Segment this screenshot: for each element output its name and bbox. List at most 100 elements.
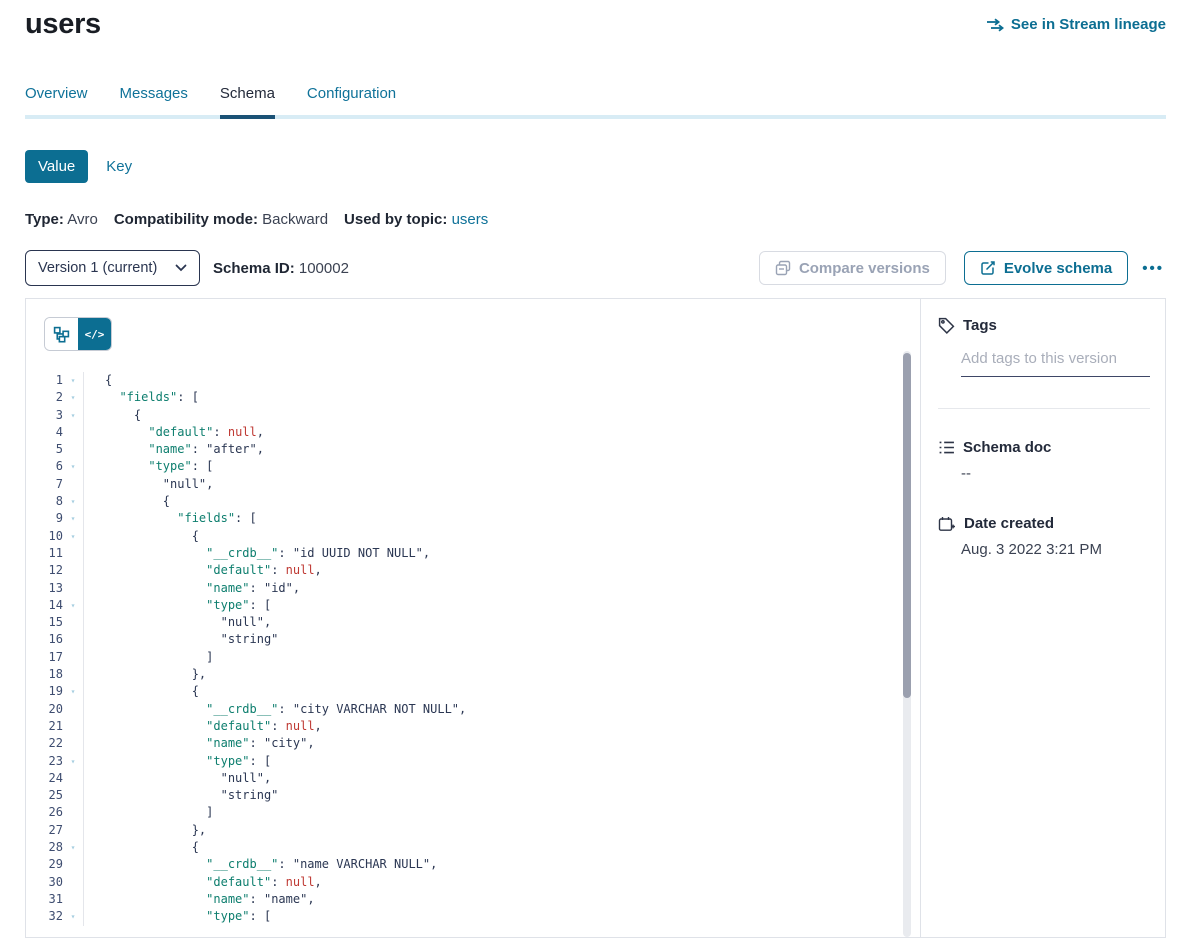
schema-meta: Type: Avro Compatibility mode: Backward …	[25, 211, 1166, 228]
compare-versions-button[interactable]: Compare versions	[759, 251, 946, 285]
code-text: ]	[83, 804, 920, 821]
tree-view-button[interactable]	[45, 318, 78, 350]
line-number: 12	[26, 562, 63, 579]
code-text: },	[83, 666, 920, 683]
version-row: Version 1 (current) Schema ID: 100002 Co…	[25, 250, 1166, 286]
tab-schema[interactable]: Schema	[220, 85, 275, 119]
line-number: 16	[26, 631, 63, 648]
tab-configuration[interactable]: Configuration	[307, 85, 396, 115]
line-number: 22	[26, 735, 63, 752]
line-number: 27	[26, 822, 63, 839]
schema-id-label: Schema ID:	[213, 260, 295, 277]
stream-lineage-label: See in Stream lineage	[1011, 16, 1166, 33]
code-line: 20 "__crdb__": "city VARCHAR NOT NULL",	[26, 701, 920, 718]
value-toggle-button[interactable]: Value	[25, 150, 88, 183]
code-scrollbar[interactable]	[903, 351, 911, 937]
collapse-toggle-icon[interactable]: ▾	[63, 510, 83, 527]
line-number: 10	[26, 528, 63, 545]
collapse-toggle-icon[interactable]: ▾	[63, 493, 83, 510]
code-text: "name": "after",	[83, 441, 920, 458]
collapse-toggle-icon[interactable]: ▾	[63, 597, 83, 614]
line-number: 7	[26, 476, 63, 493]
code-line: 29 "__crdb__": "name VARCHAR NULL",	[26, 856, 920, 873]
ellipsis-icon: •••	[1142, 260, 1164, 277]
more-options-button[interactable]: •••	[1140, 256, 1166, 281]
code-line: 2▾ "fields": [	[26, 389, 920, 406]
date-created-title: Date created	[964, 515, 1054, 532]
line-number: 23	[26, 753, 63, 770]
evolve-schema-button[interactable]: Evolve schema	[964, 251, 1128, 285]
version-select[interactable]: Version 1 (current)	[25, 250, 200, 286]
code-text: "default": null,	[83, 718, 920, 735]
stream-lineage-link[interactable]: See in Stream lineage	[986, 16, 1166, 33]
line-number: 8	[26, 493, 63, 510]
key-toggle-button[interactable]: Key	[106, 158, 132, 175]
code-line: 19▾ {	[26, 683, 920, 700]
line-number: 2	[26, 389, 63, 406]
collapse-spacer	[63, 701, 83, 718]
code-scrollbar-thumb[interactable]	[903, 353, 911, 698]
tab-overview[interactable]: Overview	[25, 85, 88, 115]
collapse-toggle-icon[interactable]: ▾	[63, 372, 83, 389]
line-number: 29	[26, 856, 63, 873]
tab-messages[interactable]: Messages	[120, 85, 188, 115]
line-number: 30	[26, 874, 63, 891]
code-text: "name": "id",	[83, 580, 920, 597]
collapse-toggle-icon[interactable]: ▾	[63, 839, 83, 856]
code-text: {	[83, 372, 920, 389]
line-number: 5	[26, 441, 63, 458]
code-text: "null",	[83, 476, 920, 493]
evolve-schema-label: Evolve schema	[1004, 260, 1112, 277]
tags-section: Tags	[938, 317, 1150, 377]
calendar-plus-icon	[938, 516, 956, 532]
collapse-toggle-icon[interactable]: ▾	[63, 458, 83, 475]
collapse-toggle-icon[interactable]: ▾	[63, 528, 83, 545]
schema-page: users See in Stream lineage Overview Mes…	[0, 0, 1189, 938]
tags-title: Tags	[963, 317, 997, 334]
code-line: 16 "string"	[26, 631, 920, 648]
collapse-spacer	[63, 631, 83, 648]
schema-doc-title: Schema doc	[963, 439, 1051, 456]
code-view-button[interactable]: </>	[78, 318, 111, 350]
collapse-spacer	[63, 666, 83, 683]
edit-square-icon	[980, 260, 996, 276]
line-number: 26	[26, 804, 63, 821]
code-text: "string"	[83, 787, 920, 804]
sidebar-divider	[938, 408, 1150, 409]
collapse-toggle-icon[interactable]: ▾	[63, 753, 83, 770]
topic-link[interactable]: users	[452, 211, 489, 228]
code-line: 30 "default": null,	[26, 874, 920, 891]
compatibility-label: Compatibility mode:	[114, 211, 258, 228]
line-number: 9	[26, 510, 63, 527]
schema-doc-section: Schema doc --	[938, 439, 1150, 482]
collapse-toggle-icon[interactable]: ▾	[63, 908, 83, 925]
code-text: "default": null,	[83, 562, 920, 579]
line-number: 1	[26, 372, 63, 389]
code-text: "fields": [	[83, 389, 920, 406]
collapse-toggle-icon[interactable]: ▾	[63, 407, 83, 424]
code-line: 28▾ {	[26, 839, 920, 856]
collapse-spacer	[63, 787, 83, 804]
collapse-toggle-icon[interactable]: ▾	[63, 683, 83, 700]
schema-panel: </> 1▾{2▾ "fields": [3▾ {4 "default": nu…	[25, 298, 1166, 938]
code-text: },	[83, 822, 920, 839]
collapse-toggle-icon[interactable]: ▾	[63, 389, 83, 406]
code-text: "__crdb__": "id UUID NOT NULL",	[83, 545, 920, 562]
code-text: "null",	[83, 770, 920, 787]
date-created-section: Date created Aug. 3 2022 3:21 PM	[938, 515, 1150, 558]
schema-doc-value: --	[961, 465, 1150, 482]
copy-versions-icon	[775, 260, 791, 276]
code-line: 32▾ "type": [	[26, 908, 920, 925]
double-arrow-right-icon	[986, 18, 1004, 32]
code-line: 22 "name": "city",	[26, 735, 920, 752]
topic-meta: Used by topic: users	[344, 211, 488, 228]
code-line: 31 "name": "name",	[26, 891, 920, 908]
code-line: 14▾ "type": [	[26, 597, 920, 614]
line-number: 14	[26, 597, 63, 614]
line-number: 19	[26, 683, 63, 700]
compatibility-value: Backward	[262, 211, 328, 228]
collapse-spacer	[63, 718, 83, 735]
add-tags-input[interactable]	[961, 350, 1150, 377]
line-number: 15	[26, 614, 63, 631]
version-select-value: Version 1 (current)	[38, 260, 157, 276]
